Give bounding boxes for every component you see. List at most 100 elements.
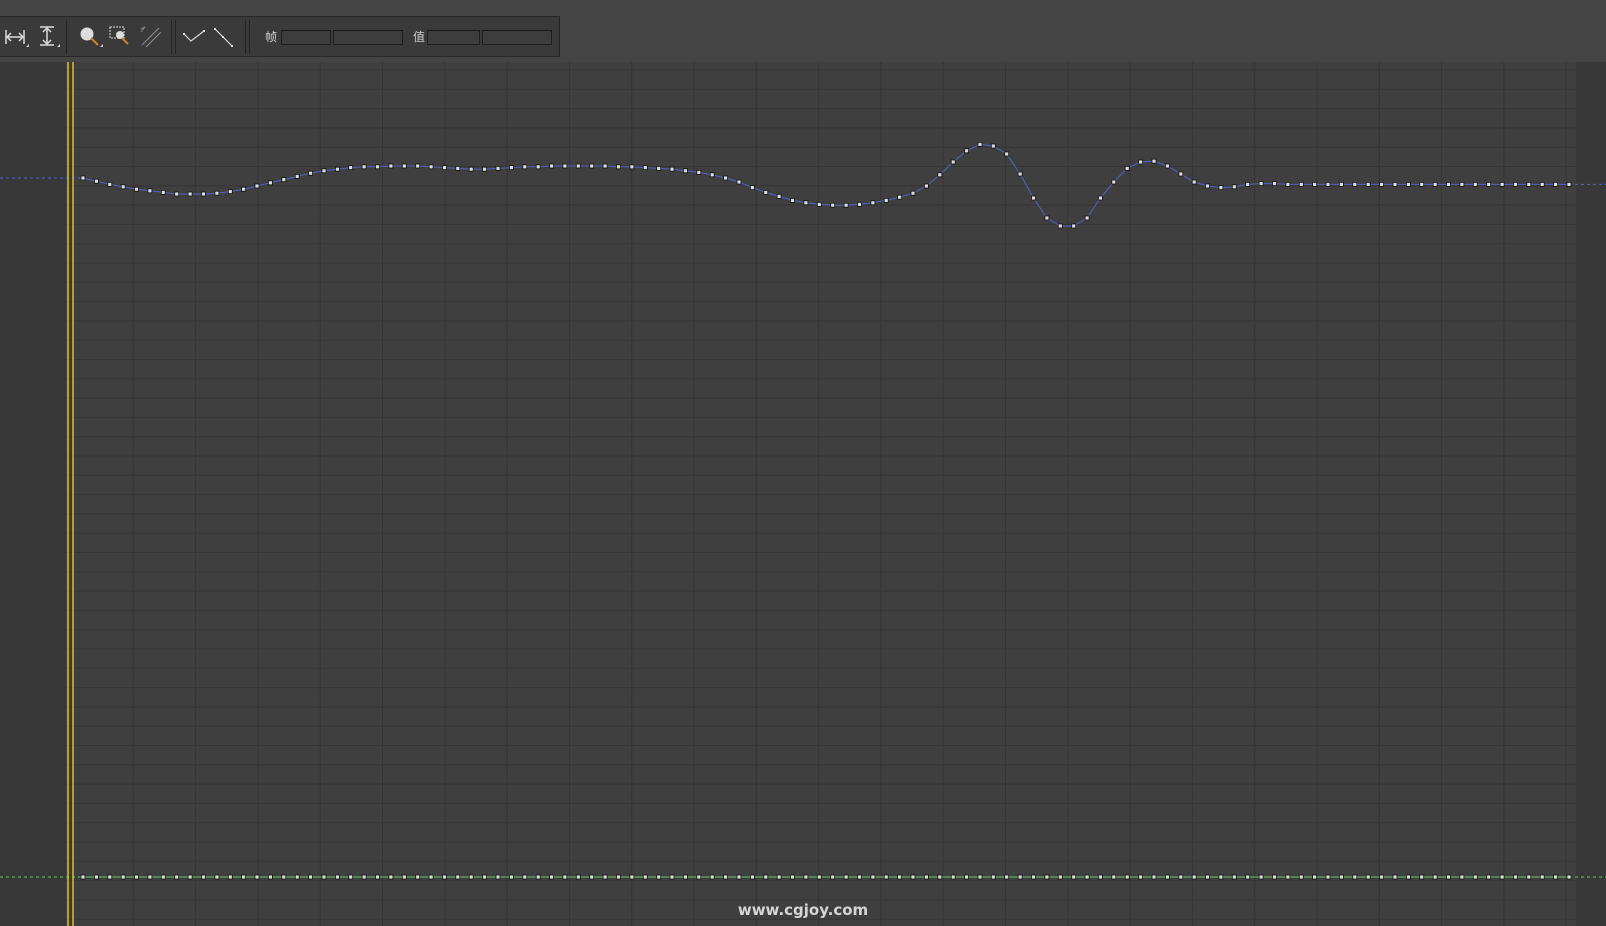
secondary-curve-key[interactable] [937,874,943,880]
primary-curve-key[interactable] [776,193,782,199]
frame-field[interactable] [333,30,403,45]
secondary-curve-key[interactable] [267,874,273,880]
secondary-curve-key[interactable] [1526,874,1532,880]
secondary-curve-key[interactable] [134,874,139,880]
secondary-curve-key[interactable] [1499,874,1505,880]
secondary-curve-key[interactable] [415,874,421,880]
secondary-curve-key[interactable] [1178,874,1184,880]
secondary-curve-key[interactable] [1352,874,1358,880]
secondary-curve-key[interactable] [723,874,728,880]
primary-curve-key[interactable] [1419,182,1425,187]
secondary-curve-key[interactable] [1017,874,1023,880]
zoom-region-icon[interactable] [107,23,135,51]
primary-curve-key[interactable] [816,201,822,207]
secondary-curve-key[interactable] [1486,874,1492,880]
primary-curve-key[interactable] [1004,151,1010,157]
secondary-curve-key[interactable] [589,874,595,880]
secondary-curve-key[interactable] [1432,874,1438,880]
primary-curve-key[interactable] [147,188,153,194]
secondary-curve-key[interactable] [1151,874,1157,880]
secondary-curve-key[interactable] [683,874,688,880]
secondary-curve-key[interactable] [816,874,822,880]
secondary-curve-key[interactable] [1379,874,1384,880]
primary-curve-key[interactable] [1071,223,1077,229]
primary-curve-key[interactable] [294,174,300,179]
primary-curve-key[interactable] [267,180,273,186]
primary-curve-key[interactable] [1285,182,1291,187]
primary-curve-key[interactable] [1165,163,1170,169]
primary-curve-key[interactable] [1258,181,1264,186]
primary-curve-key[interactable] [883,197,889,203]
secondary-curve-key[interactable] [602,874,608,880]
secondary-curve-key[interactable] [401,874,407,880]
secondary-curve-key[interactable] [830,874,836,880]
primary-curve-key[interactable] [1446,182,1451,187]
frame-field-left[interactable] [281,30,331,45]
secondary-curve-key[interactable] [174,874,180,880]
secondary-curve-key[interactable] [1446,874,1451,880]
secondary-curve-key[interactable] [107,874,113,880]
primary-curve-key[interactable] [455,166,461,171]
secondary-curve-key[interactable] [1459,874,1465,880]
primary-curve-key[interactable] [214,190,220,196]
secondary-curve-key[interactable] [1057,874,1063,880]
primary-curve-key[interactable] [1513,182,1518,187]
primary-curve-key[interactable] [80,175,86,181]
secondary-curve-key[interactable] [321,874,327,880]
primary-curve-key[interactable] [1459,182,1465,187]
secondary-curve-key[interactable] [80,874,86,880]
secondary-curve-key[interactable] [160,874,166,880]
scale-keys-icon[interactable] [137,23,165,51]
secondary-curve-key[interactable] [1231,874,1237,880]
secondary-curve-key[interactable] [1205,874,1210,880]
secondary-curve-key[interactable] [522,874,528,880]
tangent-flat-icon[interactable] [180,23,208,51]
secondary-curve-key[interactable] [428,874,434,880]
secondary-curve-key[interactable] [201,874,206,880]
primary-curve-key[interactable] [415,163,421,169]
primary-curve-key[interactable] [508,165,514,170]
primary-curve-key[interactable] [1325,182,1331,187]
secondary-curve-key[interactable] [281,874,287,880]
secondary-curve-key[interactable] [1419,874,1425,880]
secondary-curve-key[interactable] [1218,874,1224,880]
secondary-curve-key[interactable] [1245,874,1251,880]
primary-curve-key[interactable] [1044,215,1050,221]
secondary-curve-key[interactable] [843,874,849,880]
primary-curve-key[interactable] [1379,182,1384,187]
fit-horizontal-icon[interactable] [2,23,30,51]
secondary-curve-key[interactable] [1272,874,1277,880]
secondary-curve-key[interactable] [696,874,702,880]
primary-curve-key[interactable] [750,185,755,190]
secondary-curve-key[interactable] [348,874,354,880]
secondary-curve-key[interactable] [442,874,447,880]
primary-curve-key[interactable] [522,164,528,170]
secondary-curve-key[interactable] [468,874,474,880]
primary-curve-key[interactable] [964,148,969,154]
primary-curve-key[interactable] [1472,182,1478,187]
secondary-curve-key[interactable] [642,874,648,880]
primary-curve-key[interactable] [1486,182,1492,187]
secondary-curve-key[interactable] [1031,874,1036,880]
primary-curve-key[interactable] [227,189,233,194]
secondary-curve-key[interactable] [575,874,581,880]
secondary-curve-key[interactable] [1513,874,1518,880]
secondary-curve-key[interactable] [241,874,247,880]
secondary-curve-key[interactable] [776,874,782,880]
primary-curve-key[interactable] [1272,181,1277,186]
primary-curve-key[interactable] [401,163,407,169]
primary-curve-key[interactable] [201,191,206,197]
primary-curve-key[interactable] [723,175,728,181]
secondary-curve-key[interactable] [1472,874,1478,880]
secondary-curve-key[interactable] [1165,874,1170,880]
primary-curve-key[interactable] [1191,179,1197,185]
secondary-curve-key[interactable] [254,874,260,880]
secondary-curve-key[interactable] [1365,874,1371,880]
primary-curve-key[interactable] [763,189,769,195]
secondary-curve-key[interactable] [1084,874,1090,880]
primary-curve-key[interactable] [1178,171,1184,177]
secondary-curve-key[interactable] [1312,874,1317,880]
secondary-curve-key[interactable] [883,874,889,880]
primary-curve-key[interactable] [1057,223,1063,229]
primary-curve-key[interactable] [977,142,983,147]
